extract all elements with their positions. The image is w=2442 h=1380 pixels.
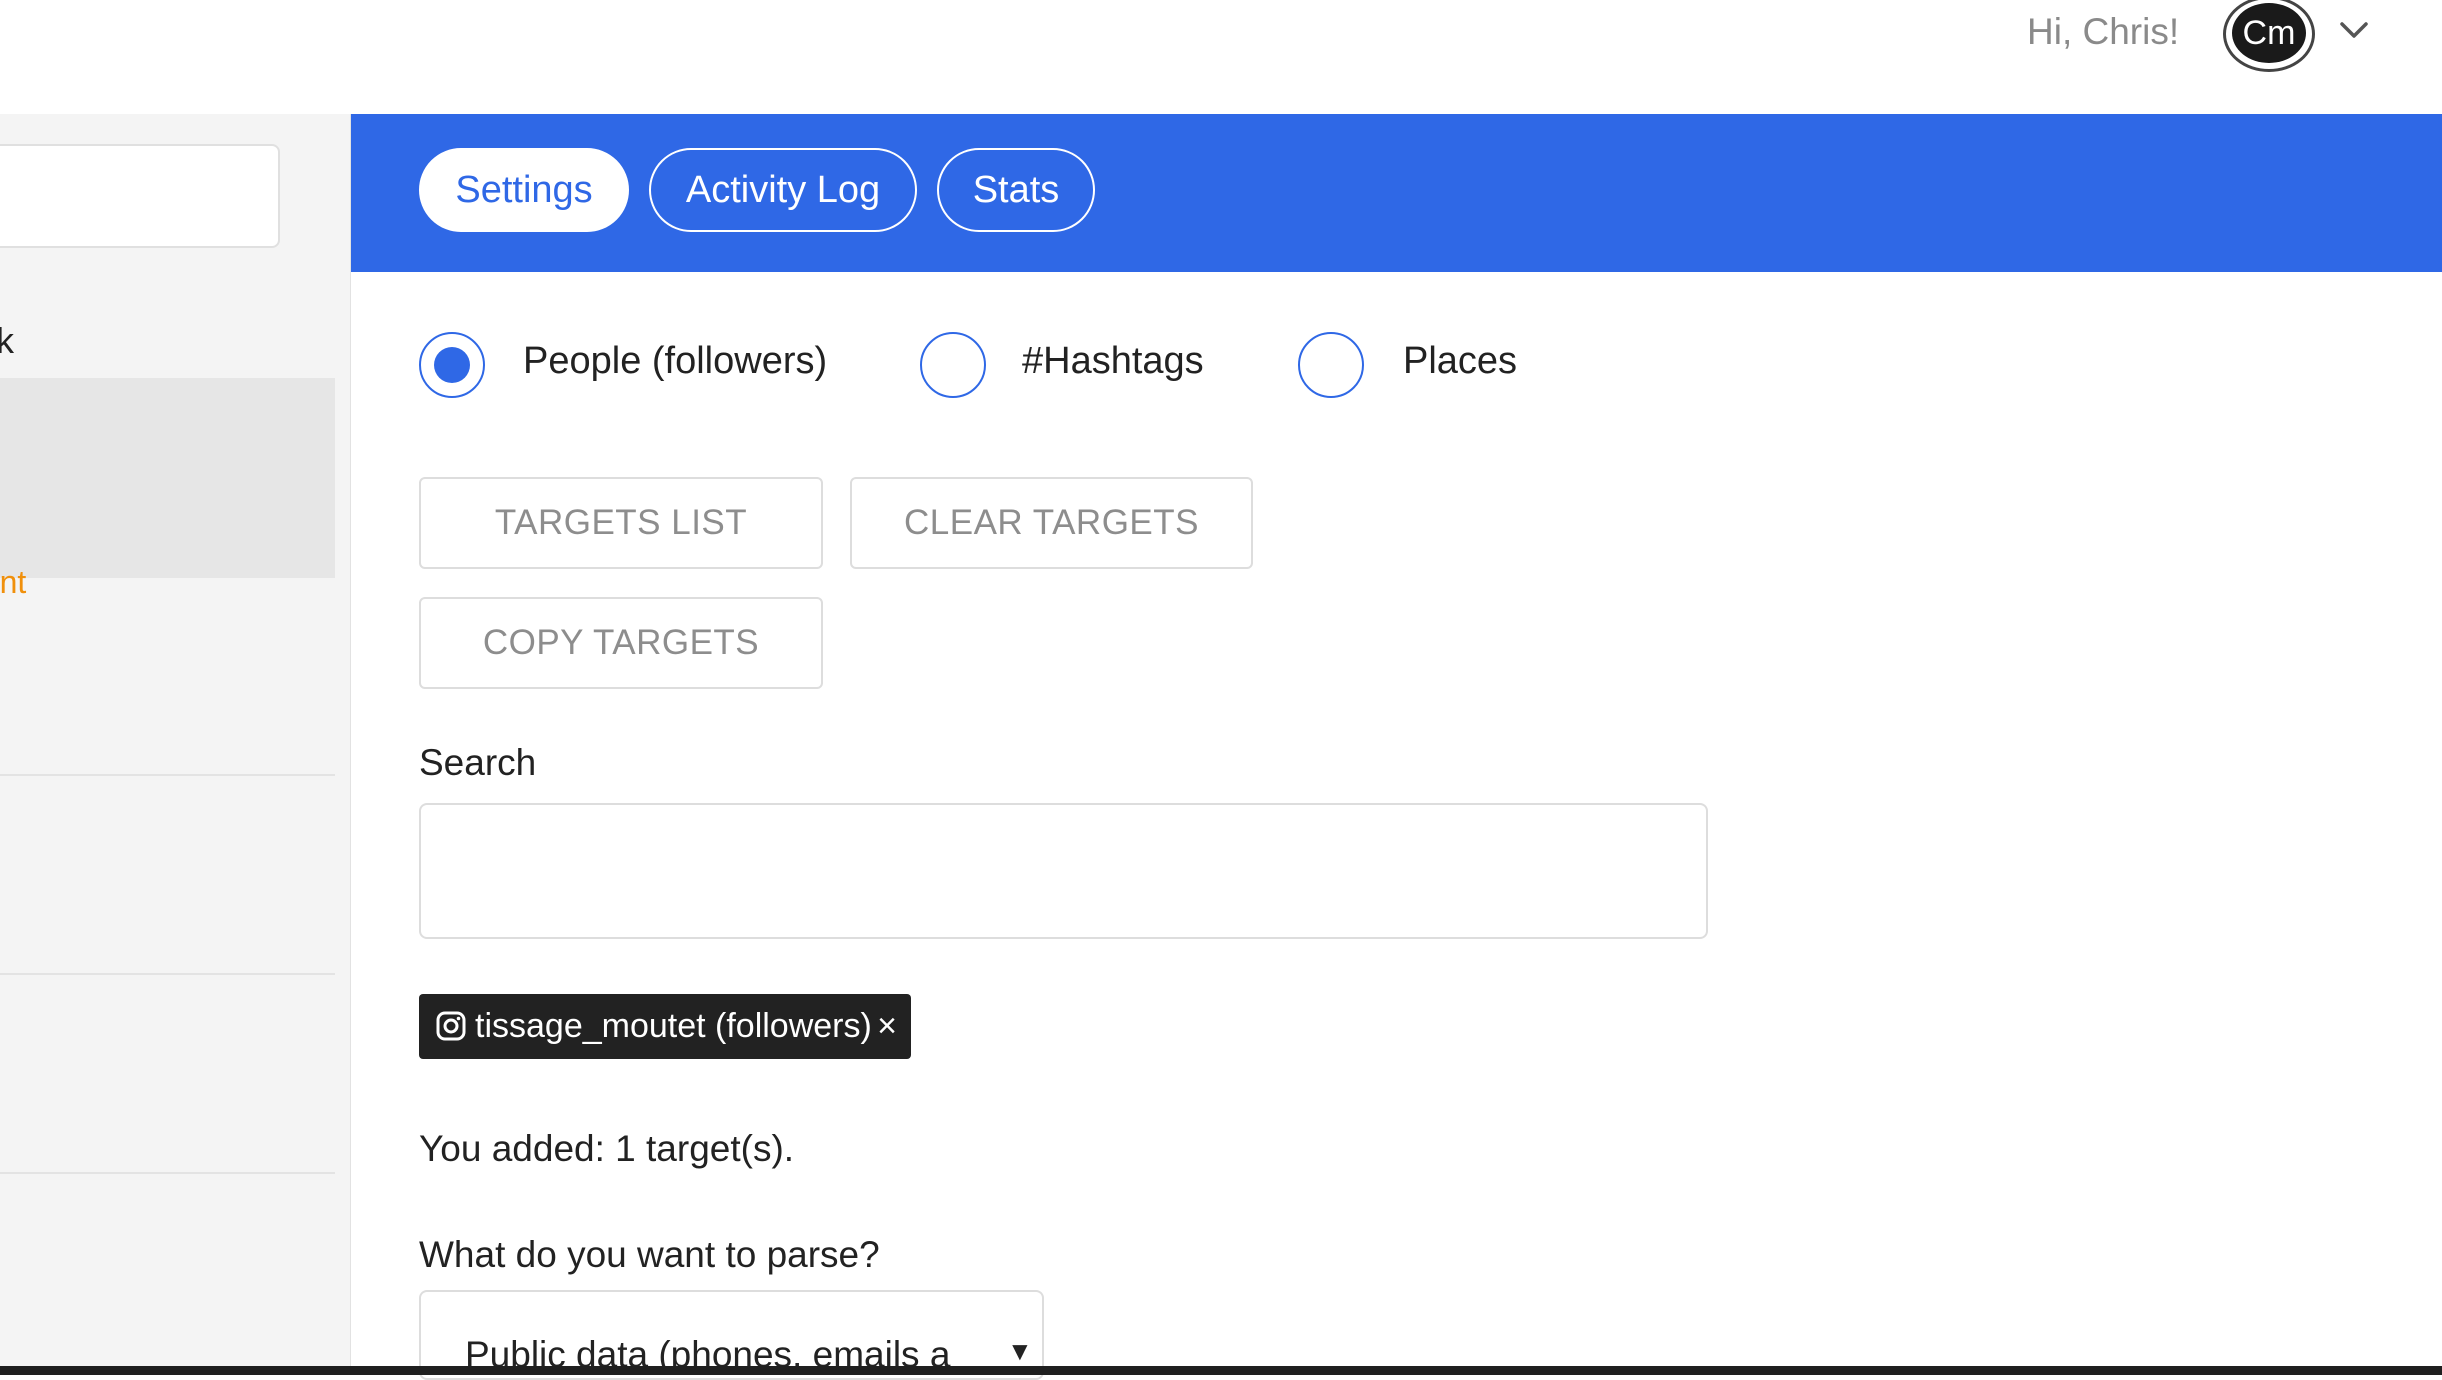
avatar-initials: Cm (2232, 3, 2306, 63)
target-chip: tissage_moutet (followers) × (419, 994, 911, 1059)
targets-count-text: You added: 1 target(s). (419, 1128, 794, 1170)
sidebar-item-label[interactable]: sk (0, 320, 14, 362)
radio-places-button[interactable] (1298, 332, 1364, 398)
radio-hashtags-label[interactable]: #Hashtags (1022, 340, 1204, 383)
avatar[interactable]: Cm (2223, 0, 2315, 72)
dropdown-arrow-icon: ▼ (1007, 1336, 1033, 1367)
sidebar-item-active[interactable] (0, 378, 335, 578)
sidebar-search-box[interactable] (0, 144, 280, 248)
clear-targets-button[interactable]: CLEAR TARGETS (850, 477, 1253, 569)
search-label: Search (419, 742, 536, 784)
radio-hashtags-button[interactable] (920, 332, 986, 398)
sidebar-divider (0, 774, 335, 776)
sidebar (0, 114, 351, 1375)
parse-label: What do you want to parse? (419, 1234, 880, 1276)
window-bottom-edge (0, 1366, 2442, 1375)
target-chip-label: tissage_moutet (followers) (475, 994, 872, 1059)
targets-list-button[interactable]: TARGETS LIST (419, 477, 823, 569)
radio-people-label[interactable]: People (followers) (523, 340, 827, 383)
copy-targets-button[interactable]: COPY TARGETS (419, 597, 823, 689)
top-header: Hi, Chris! Cm (0, 0, 2442, 114)
tab-activity-log[interactable]: Activity Log (649, 148, 917, 232)
sidebar-divider (0, 1172, 335, 1174)
instagram-icon (435, 1010, 467, 1042)
search-input[interactable] (419, 803, 1708, 939)
greeting-text: Hi, Chris! (2027, 8, 2179, 56)
radio-places-label[interactable]: Places (1403, 340, 1517, 383)
sidebar-divider (0, 973, 335, 975)
tab-settings[interactable]: Settings (419, 148, 629, 232)
tab-bar: Settings Activity Log Stats (351, 114, 2442, 272)
chevron-down-icon[interactable] (2336, 12, 2372, 48)
tab-stats[interactable]: Stats (937, 148, 1095, 232)
radio-people-button[interactable] (419, 332, 485, 398)
close-icon[interactable]: × (871, 994, 903, 1059)
sidebar-item-label-warning[interactable]: ount (0, 564, 26, 601)
